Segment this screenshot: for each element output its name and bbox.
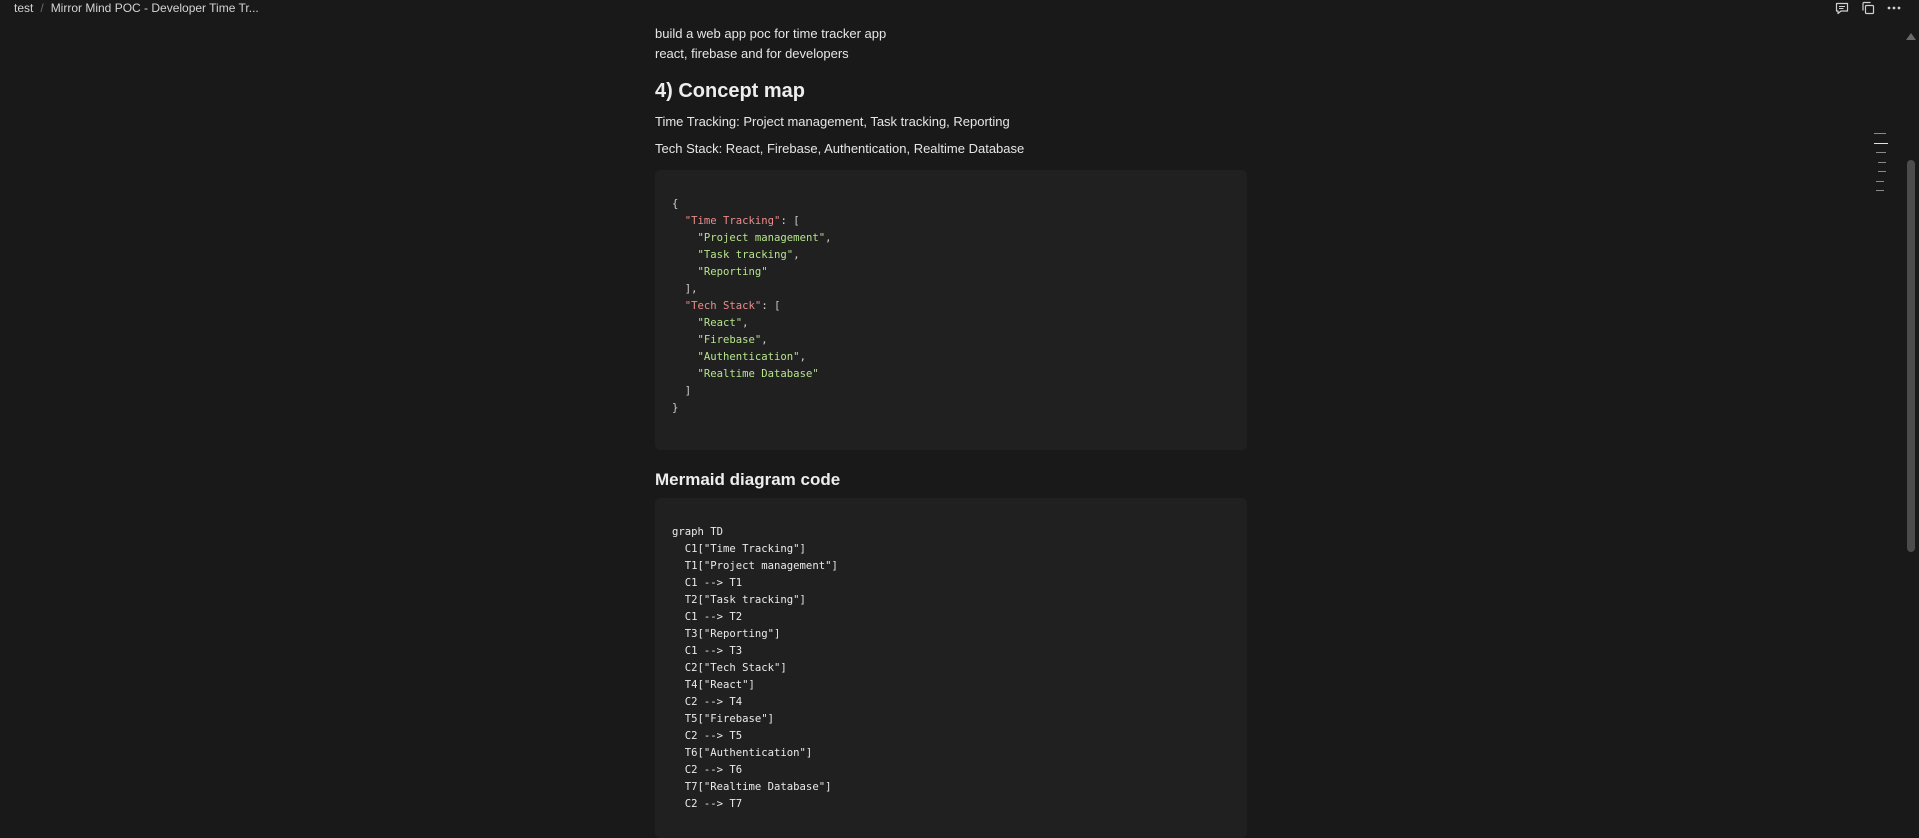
- mermaid-code-line: C2 --> T6: [672, 764, 743, 776]
- mermaid-code-line: T3["Reporting"]: [672, 628, 781, 640]
- mermaid-code-line: T5["Firebase"]: [672, 713, 775, 725]
- json-string-token: "Project management": [697, 232, 826, 244]
- time-tracking-line: Time Tracking: Project management, Task …: [655, 114, 1010, 129]
- mermaid-code-line: C2 --> T4: [672, 696, 743, 708]
- json-code-block[interactable]: { "Time Tracking": [ "Project management…: [655, 170, 1247, 450]
- tech-stack-line: Tech Stack: React, Firebase, Authenticat…: [655, 141, 1025, 156]
- json-string-token: "Authentication": [697, 351, 800, 363]
- json-code-line: "Project management",: [672, 230, 1230, 247]
- mermaid-code-block[interactable]: graph TD C1["Time Tracking"] T1["Project…: [655, 498, 1247, 838]
- mermaid-code-line: C2 --> T7: [672, 798, 743, 810]
- toc-tick[interactable]: [1876, 190, 1884, 191]
- intro-line-2: react, firebase and for developers: [655, 46, 849, 61]
- toc-tick[interactable]: [1878, 171, 1886, 172]
- json-punctuation-token: ,: [825, 232, 832, 244]
- mermaid-code-line: T2["Task tracking"]: [672, 594, 806, 606]
- mermaid-code-line: C1 --> T2: [672, 611, 743, 623]
- json-string-token: "Reporting": [697, 266, 768, 278]
- more-options-icon[interactable]: [1886, 1, 1901, 16]
- json-code-line: "Authentication",: [672, 349, 1230, 366]
- json-code-line: {: [672, 196, 1230, 213]
- scroll-up-arrow-icon[interactable]: [1906, 33, 1916, 40]
- duplicate-icon[interactable]: [1860, 1, 1875, 16]
- mermaid-code-line: C2["Tech Stack"]: [672, 662, 787, 674]
- mermaid-code-line: C1 --> T3: [672, 645, 743, 657]
- mermaid-code-line: T1["Project management"]: [672, 560, 838, 572]
- scrollbar-thumb[interactable]: [1907, 160, 1915, 552]
- breadcrumb: test / Mirror Mind POC - Developer Time …: [14, 1, 259, 15]
- json-key-token: "Time Tracking": [684, 215, 781, 227]
- json-punctuation-token: ,: [793, 249, 800, 261]
- json-code-line: "Firebase",: [672, 332, 1230, 349]
- json-code-line: "Reporting": [672, 264, 1230, 281]
- json-punctuation-token: ,: [761, 334, 768, 346]
- toc-tick[interactable]: [1878, 161, 1886, 163]
- mermaid-code-line: graph TD: [672, 526, 724, 538]
- mermaid-code-line: T7["Realtime Database"]: [672, 781, 832, 793]
- mermaid-code-line: T6["Authentication"]: [672, 747, 813, 759]
- intro-line-1: build a web app poc for time tracker app: [655, 26, 887, 41]
- comment-icon[interactable]: [1834, 1, 1849, 16]
- json-string-token: "Firebase": [697, 334, 762, 346]
- json-string-token: "Task tracking": [697, 249, 794, 261]
- vertical-scrollbar[interactable]: [1905, 27, 1917, 835]
- json-punctuation-token: {: [672, 198, 679, 210]
- json-punctuation-token: ]: [684, 385, 692, 397]
- concept-map-heading: 4) Concept map: [655, 80, 806, 102]
- toc-tick[interactable]: [1876, 152, 1886, 153]
- toc-tick[interactable]: [1874, 133, 1886, 134]
- json-code-line: "Realtime Database": [672, 366, 1230, 383]
- mermaid-code-line: C2 --> T5: [672, 730, 743, 742]
- breadcrumb-page[interactable]: Mirror Mind POC - Developer Time Tr...: [51, 1, 259, 15]
- json-code-line: }: [672, 400, 1230, 417]
- mermaid-code-line: C1["Time Tracking"]: [672, 543, 806, 555]
- toc-tick[interactable]: [1876, 180, 1884, 182]
- json-punctuation-token: ,: [799, 351, 806, 363]
- json-code-line: "Time Tracking": [: [672, 213, 1230, 230]
- mermaid-code-line: C1 --> T1: [672, 577, 743, 589]
- json-punctuation-token: : [: [761, 300, 781, 312]
- json-punctuation-token: ,: [742, 317, 749, 329]
- json-punctuation-token: }: [672, 402, 679, 414]
- json-code-line: "Task tracking",: [672, 247, 1230, 264]
- mermaid-code-line: T4["React"]: [672, 679, 755, 691]
- breadcrumb-workspace[interactable]: test: [14, 1, 33, 15]
- json-code-line: "React",: [672, 315, 1230, 332]
- top-actions: [1834, 0, 1901, 16]
- json-code-line: ],: [672, 281, 1230, 298]
- document-content: build a web app poc for time tracker app…: [655, 24, 1247, 838]
- json-key-token: "Tech Stack": [684, 300, 762, 312]
- json-code-line: ]: [672, 383, 1230, 400]
- json-string-token: "Realtime Database": [697, 368, 819, 380]
- top-bar: test / Mirror Mind POC - Developer Time …: [0, 0, 1919, 18]
- json-code-line: "Tech Stack": [: [672, 298, 1230, 315]
- json-punctuation-token: ],: [684, 283, 698, 295]
- json-string-token: "React": [697, 317, 743, 329]
- mermaid-heading: Mermaid diagram code: [655, 470, 841, 489]
- toc-tick[interactable]: [1874, 142, 1888, 144]
- breadcrumb-separator: /: [40, 1, 44, 15]
- json-punctuation-token: : [: [780, 215, 800, 227]
